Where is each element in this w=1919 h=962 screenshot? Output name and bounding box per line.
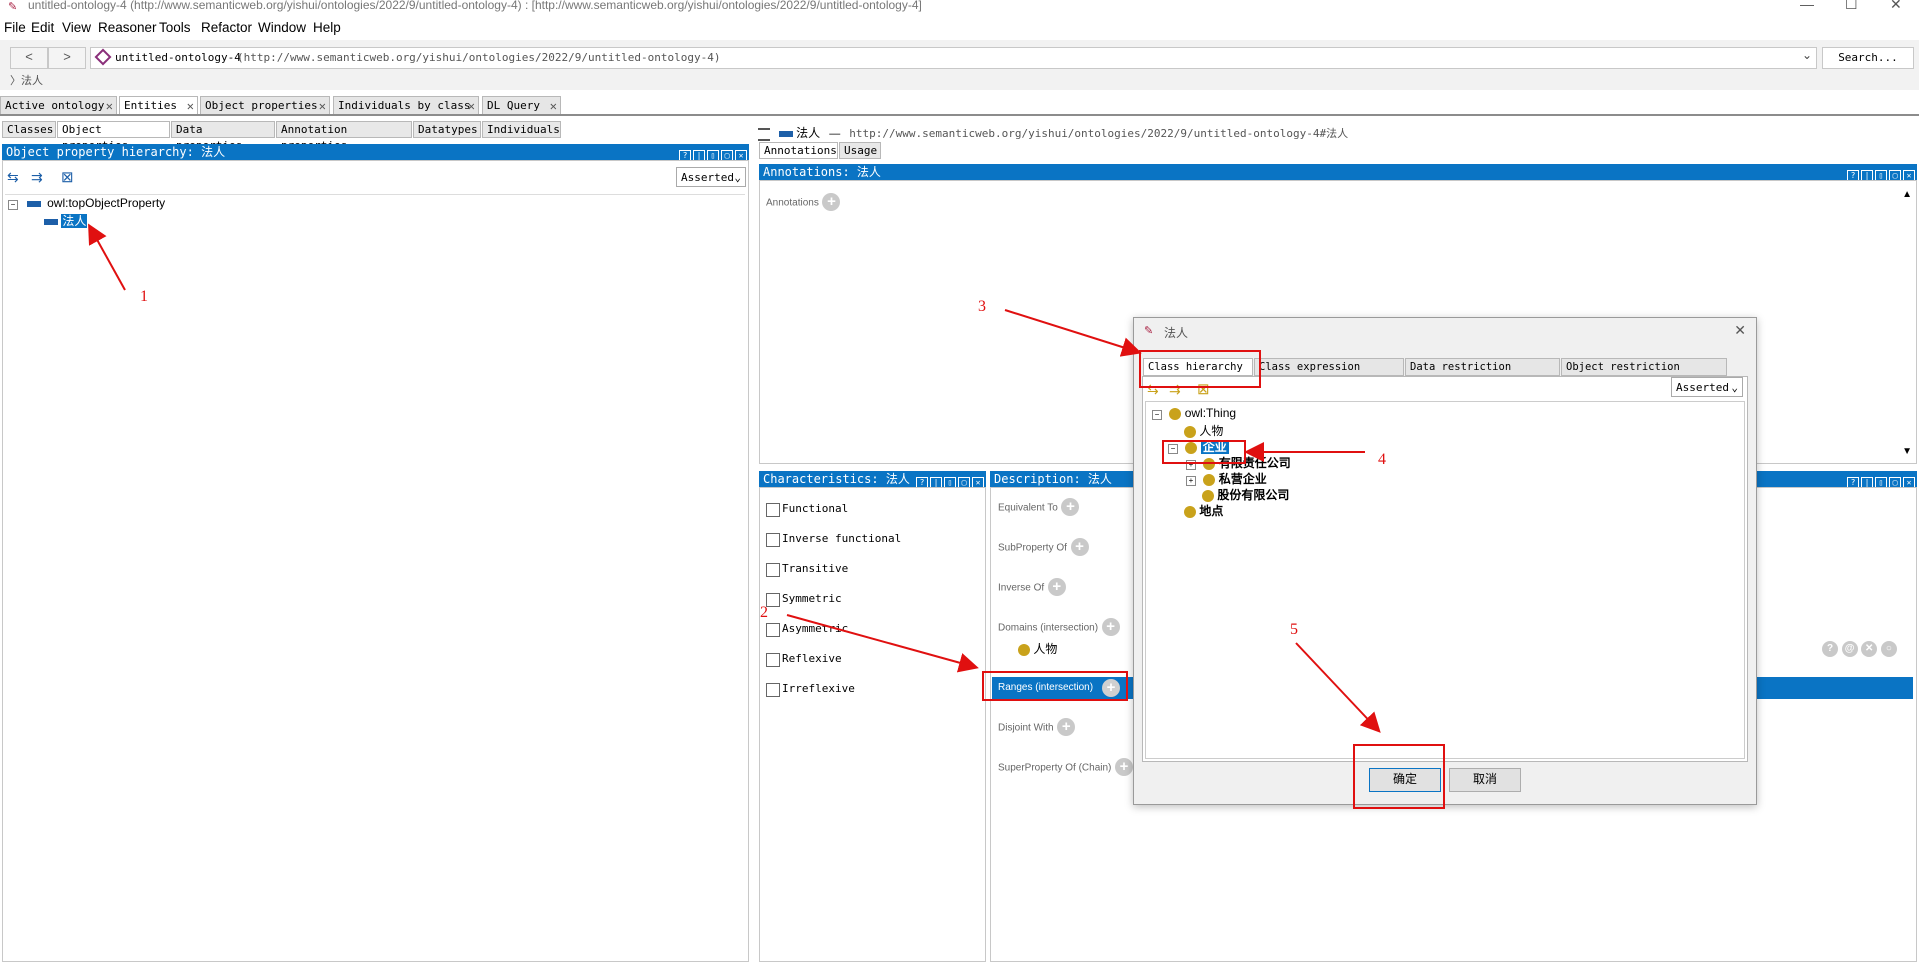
annotation-label-2: 2 [760,604,768,621]
arrow-1 [88,223,126,291]
highlight-ranges [982,671,1128,701]
highlight-class-hierarchy-tab [1139,350,1261,388]
annotation-label-1: 1 [140,288,148,305]
annotation-overlay [88,223,1381,733]
arrow-3 [1004,309,1142,357]
annotation-label-4: 4 [1378,451,1386,468]
highlight-selected-class [1162,440,1246,464]
annotation-label-3: 3 [978,298,986,315]
arrow-2 [786,614,979,673]
annotation-label-5: 5 [1290,621,1298,638]
arrow-5 [1295,642,1381,733]
highlight-ok-button [1353,744,1445,809]
